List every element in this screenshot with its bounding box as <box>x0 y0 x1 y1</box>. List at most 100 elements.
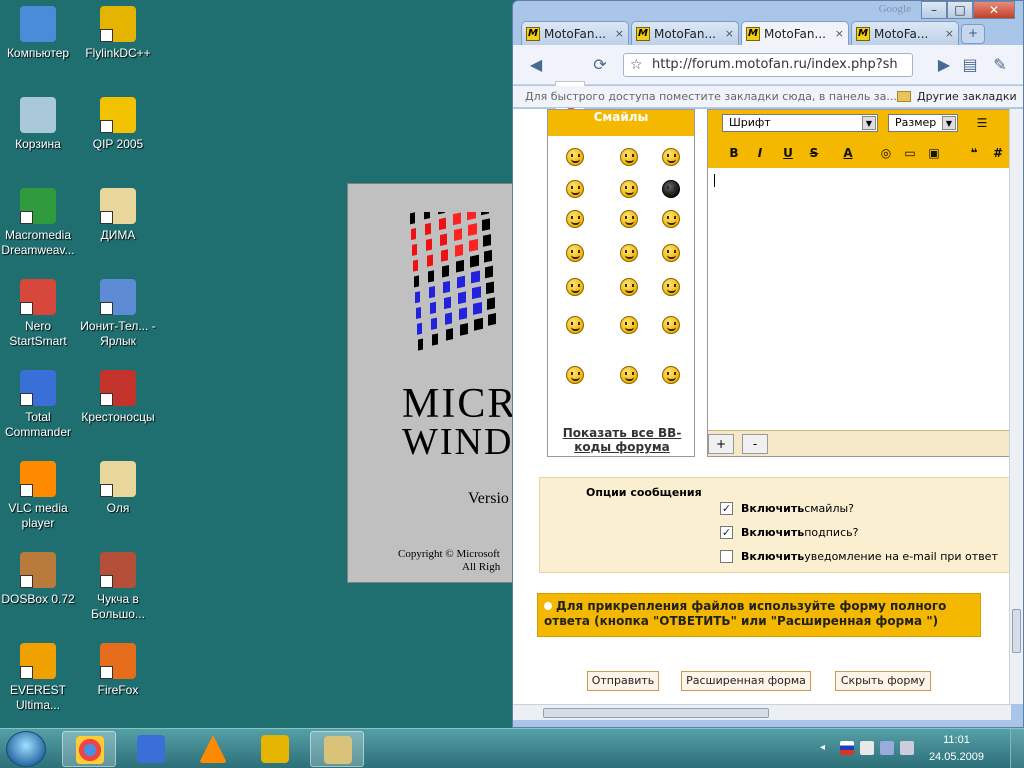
smiley-icon[interactable] <box>620 278 638 296</box>
logo-tile <box>442 265 449 278</box>
smiley-icon[interactable] <box>620 210 638 228</box>
desktop-icon[interactable]: Компьютер <box>0 6 78 61</box>
enlarge-editor-button[interactable]: + <box>708 434 734 454</box>
message-textarea[interactable] <box>708 168 1011 430</box>
russian-flag-icon[interactable] <box>840 741 854 755</box>
link-globe-icon[interactable]: ◎ <box>876 144 896 162</box>
smiley-icon[interactable] <box>662 278 680 296</box>
new-tab-button[interactable]: + <box>961 24 985 44</box>
smiley-icon[interactable] <box>620 316 638 334</box>
smiley-icon[interactable] <box>566 278 584 296</box>
desktop-icon[interactable]: Чукча в Большо... <box>78 552 158 622</box>
option-checkbox[interactable]: ✓ <box>720 502 733 515</box>
desktop-icon[interactable]: Крестоносцы <box>78 370 158 425</box>
browser-tab[interactable]: M MotoFa... × <box>851 21 959 45</box>
horizontal-scrollbar[interactable] <box>513 704 1011 720</box>
browser-window[interactable]: Google – □ ✕ M MotoFan... × M MotoFan... × M Mo… <box>512 0 1024 728</box>
taskbar-chrome[interactable] <box>62 731 116 767</box>
desktop-icon[interactable]: EVEREST Ultima... <box>0 643 78 713</box>
shrink-editor-button[interactable]: - <box>742 434 768 454</box>
smiley-icon[interactable] <box>566 180 584 198</box>
horizontal-scroll-thumb[interactable] <box>543 708 769 718</box>
smiley-icon[interactable] <box>620 148 638 166</box>
smiley-icon[interactable] <box>662 148 680 166</box>
action-center-flag-icon[interactable] <box>860 741 874 755</box>
font-color-button[interactable]: A <box>838 144 858 162</box>
desktop-icon[interactable]: VLC media player <box>0 461 78 531</box>
close-tab-icon[interactable]: × <box>945 27 954 40</box>
page-menu-icon[interactable]: ▶ <box>933 54 955 76</box>
smiley-icon[interactable] <box>662 244 680 262</box>
smiley-icon[interactable] <box>620 244 638 262</box>
desktop-icon[interactable]: Macromedia Dreamweav... <box>0 188 78 258</box>
maximize-button[interactable]: □ <box>947 1 973 19</box>
network-icon[interactable] <box>880 741 894 755</box>
vertical-scrollbar[interactable] <box>1009 109 1023 704</box>
hide-form-button[interactable]: Скрыть форму <box>835 671 931 691</box>
desktop-icon[interactable]: ДИМА <box>78 188 158 243</box>
wrench-icon[interactable]: ✎ <box>989 54 1011 76</box>
option-checkbox[interactable] <box>720 550 733 563</box>
smiley-icon[interactable] <box>566 244 584 262</box>
desktop-icon[interactable]: Оля <box>78 461 158 516</box>
other-bookmarks[interactable]: Другие закладки <box>897 86 1017 107</box>
underline-button[interactable]: U <box>778 144 798 162</box>
smiley-icon[interactable] <box>662 366 680 384</box>
logo-tile <box>458 291 466 305</box>
start-button[interactable] <box>6 731 46 767</box>
page-icon[interactable]: ▤ <box>959 54 981 76</box>
browser-tab[interactable]: M MotoFan... × <box>521 21 629 45</box>
image-icon[interactable]: ▣ <box>924 144 944 162</box>
close-tab-icon[interactable]: × <box>835 27 844 40</box>
desktop-icon[interactable]: FireFox <box>78 643 158 698</box>
desktop-icon[interactable]: Nero StartSmart <box>0 279 78 349</box>
close-tab-icon[interactable]: × <box>615 27 624 40</box>
desktop-icon[interactable]: Ионит-Тел... - Ярлык <box>78 279 158 349</box>
close-tab-icon[interactable]: × <box>725 27 734 40</box>
option-checkbox[interactable]: ✓ <box>720 526 733 539</box>
smiley-icon[interactable] <box>662 316 680 334</box>
quote-icon[interactable]: ❝ <box>964 144 984 162</box>
smiley-icon[interactable] <box>566 366 584 384</box>
taskbar-total-commander[interactable] <box>124 731 178 767</box>
smiley-icon[interactable] <box>662 210 680 228</box>
close-button[interactable]: ✕ <box>973 1 1015 19</box>
code-icon[interactable]: # <box>988 144 1008 162</box>
desktop-icon[interactable]: QIP 2005 <box>78 97 158 152</box>
size-select[interactable]: Размер ▼ <box>888 114 958 132</box>
taskbar-vlc[interactable] <box>186 731 240 767</box>
desktop-icon[interactable]: FlylinkDC++ <box>78 6 158 61</box>
font-select[interactable]: Шрифт ▼ <box>722 114 878 132</box>
reload-icon[interactable]: ⟳ <box>589 54 611 76</box>
smiley-icon[interactable] <box>566 316 584 334</box>
browser-tab[interactable]: M MotoFan... × <box>741 21 849 45</box>
desktop-icon[interactable]: Корзина <box>0 97 78 152</box>
bookmark-star-icon[interactable]: ☆ <box>630 54 643 76</box>
show-desktop-button[interactable] <box>1010 729 1024 768</box>
taskbar-flylink[interactable] <box>248 731 302 767</box>
email-icon[interactable]: ▭ <box>900 144 920 162</box>
minimize-button[interactable]: – <box>921 1 947 19</box>
address-bar[interactable]: ☆ http://forum.motofan.ru/index.php?sh <box>623 53 913 77</box>
volume-icon[interactable] <box>900 741 914 755</box>
bold-button[interactable]: B <box>724 144 744 162</box>
show-all-bbcodes-link[interactable]: Показать все BB-коды форума <box>548 426 696 454</box>
smiley-icon[interactable] <box>566 148 584 166</box>
vertical-scroll-thumb[interactable] <box>1012 609 1021 653</box>
desktop-icon[interactable]: Total Commander <box>0 370 78 440</box>
smiley-icon[interactable] <box>566 210 584 228</box>
smiley-icon[interactable] <box>662 180 680 198</box>
smiley-icon[interactable] <box>620 180 638 198</box>
browser-tab[interactable]: M MotoFan... × <box>631 21 739 45</box>
strike-button[interactable]: S <box>804 144 824 162</box>
tray-expand-icon[interactable]: ◂ <box>820 741 834 755</box>
smiley-icon[interactable] <box>620 366 638 384</box>
advanced-form-button[interactable]: Расширенная форма <box>681 671 811 691</box>
italic-button[interactable]: I <box>750 144 770 162</box>
back-arrow-icon[interactable]: ◀ <box>525 54 547 76</box>
taskbar-paint[interactable] <box>310 731 364 767</box>
desktop-icon[interactable]: DOSBox 0.72 <box>0 552 78 607</box>
clock[interactable]: 11:01 24.05.2009 <box>929 732 984 766</box>
send-button[interactable]: Отправить <box>587 671 659 691</box>
list-icon[interactable]: ☰ <box>972 114 992 132</box>
